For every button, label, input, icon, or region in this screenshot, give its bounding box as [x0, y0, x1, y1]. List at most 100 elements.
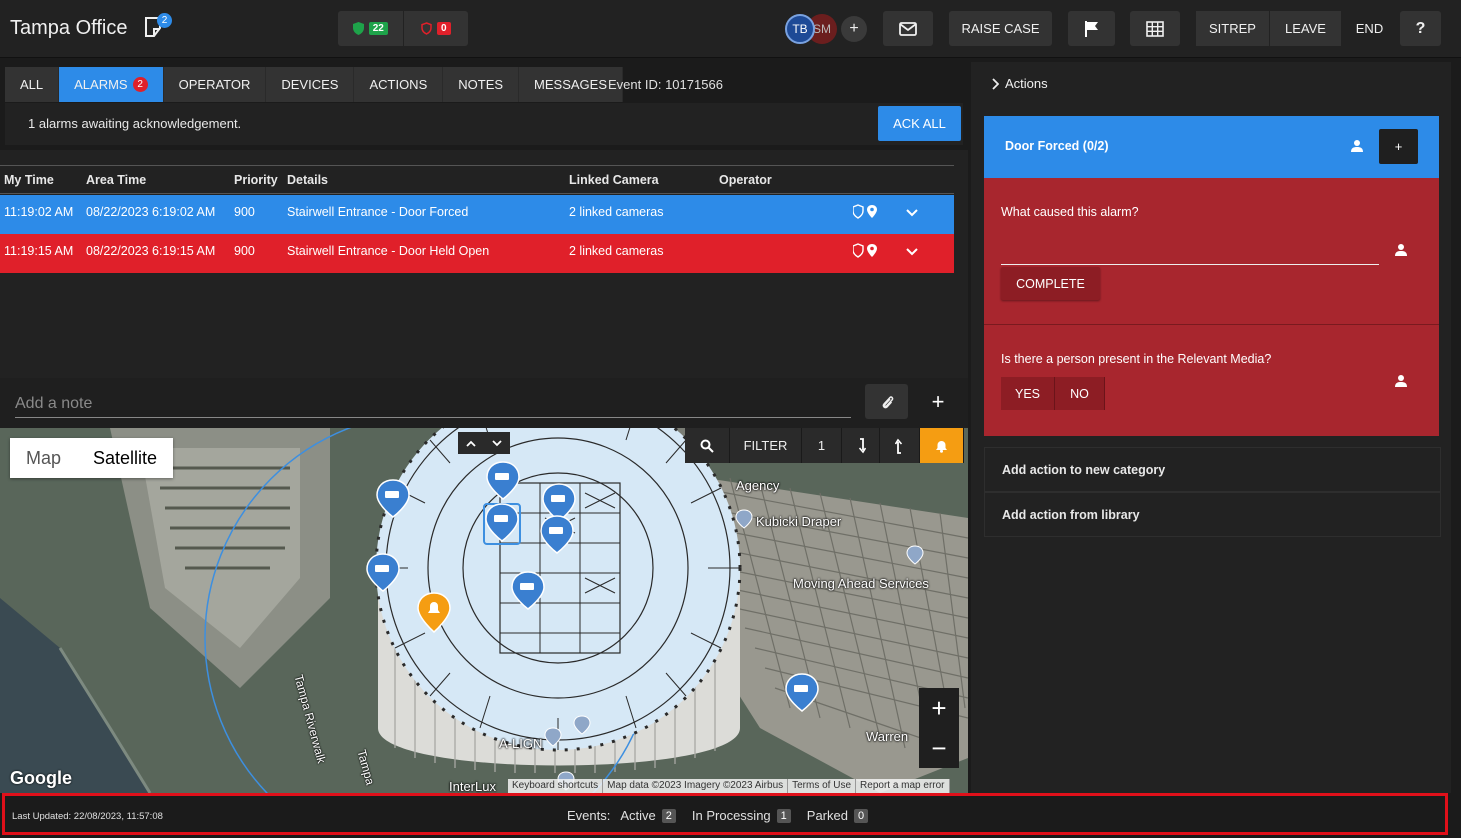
- person-icon[interactable]: [1350, 139, 1364, 153]
- active-count: 2: [661, 808, 676, 823]
- action-card-header[interactable]: Door Forced (0/2) +: [984, 116, 1439, 178]
- tab-devices[interactable]: DEVICES: [266, 67, 355, 102]
- alert-shield-status[interactable]: 0: [404, 11, 469, 46]
- sitrep-button[interactable]: SITREP: [1196, 11, 1270, 46]
- map-filter-button[interactable]: FILTER: [730, 428, 802, 463]
- zoom-out-button[interactable]: −: [919, 728, 959, 768]
- action-card-title: Door Forced (0/2): [1005, 139, 1109, 153]
- avatar-tb[interactable]: TB: [785, 14, 815, 44]
- terms-link[interactable]: Terms of Use: [788, 779, 857, 793]
- complete-button[interactable]: COMPLETE: [1001, 267, 1100, 300]
- map-search-button[interactable]: [685, 428, 730, 463]
- ack-all-button[interactable]: ACK ALL: [878, 106, 961, 141]
- add-action-button[interactable]: +: [1379, 129, 1418, 164]
- note-input[interactable]: [15, 390, 851, 418]
- col-area-time[interactable]: Area Time: [86, 173, 146, 187]
- map-label-agency: Agency: [736, 478, 780, 493]
- site-map[interactable]: Agency Kubicki Draper Moving Ahead Servi…: [0, 428, 968, 793]
- cell-priority: 900: [234, 205, 255, 219]
- event-tabs: ALL ALARMS 2 OPERATOR DEVICES ACTIONS NOT…: [5, 67, 624, 102]
- add-user-button[interactable]: +: [841, 16, 867, 42]
- answer-input[interactable]: [1001, 264, 1379, 265]
- yes-no-group: YES NO: [1001, 377, 1105, 410]
- map-type-satellite[interactable]: Satellite: [77, 438, 173, 478]
- grid-button[interactable]: [1130, 11, 1180, 46]
- add-action-library[interactable]: Add action from library: [984, 492, 1441, 537]
- table-header: My Time Area Time Priority Details Linke…: [0, 165, 954, 194]
- processing-label[interactable]: In Processing: [692, 808, 771, 823]
- flag-icon: [1084, 20, 1098, 37]
- leave-button[interactable]: LEAVE: [1270, 11, 1342, 46]
- question-text: What caused this alarm?: [1001, 205, 1139, 219]
- map-alarm-button[interactable]: [920, 428, 964, 463]
- green-count: 22: [368, 22, 388, 35]
- cell-camera[interactable]: 2 linked cameras: [569, 205, 664, 219]
- yes-button[interactable]: YES: [1001, 377, 1055, 410]
- zoom-in-button[interactable]: +: [919, 688, 959, 728]
- end-button[interactable]: END: [1342, 11, 1398, 46]
- floor-up-button[interactable]: [458, 432, 484, 454]
- active-label[interactable]: Active: [620, 808, 655, 823]
- zoom-control: + −: [919, 688, 959, 768]
- table-row[interactable]: 11:19:02 AM 08/22/2023 6:19:02 AM 900 St…: [0, 195, 954, 234]
- tab-notes[interactable]: NOTES: [443, 67, 520, 102]
- search-icon: [700, 439, 714, 453]
- arrow-up-icon: [894, 438, 902, 454]
- alarms-count-badge: 2: [132, 77, 148, 92]
- floor-down-button[interactable]: [484, 432, 510, 454]
- map-attribution: Keyboard shortcuts Map data ©2023 Imager…: [508, 779, 950, 793]
- col-my-time[interactable]: My Time: [4, 173, 54, 187]
- add-action-category[interactable]: Add action to new category: [984, 447, 1441, 492]
- actions-header[interactable]: Actions: [991, 76, 1048, 91]
- col-details[interactable]: Details: [287, 173, 328, 187]
- site-title: Tampa Office: [10, 17, 128, 39]
- add-library-label: Add action from library: [1002, 508, 1140, 522]
- note-bar: +: [0, 378, 968, 428]
- top-bar: Tampa Office 2 22 0 SM TB + RAISE CASE S…: [0, 0, 1461, 58]
- add-note-button[interactable]: +: [918, 384, 958, 419]
- tab-alarms[interactable]: ALARMS 2: [59, 67, 164, 102]
- person-icon[interactable]: [1394, 374, 1408, 388]
- shield-alert-icon: [421, 22, 432, 35]
- raise-case-button[interactable]: RAISE CASE: [949, 11, 1052, 46]
- cell-priority: 900: [234, 244, 255, 258]
- shield-location-icon[interactable]: [853, 243, 879, 259]
- floor-selector: [458, 432, 510, 454]
- attach-button[interactable]: [865, 384, 908, 419]
- action-card: Door Forced (0/2) + What caused this ala…: [984, 116, 1439, 436]
- grid-icon: [1146, 20, 1164, 37]
- map-sort-button[interactable]: [842, 428, 880, 463]
- no-button[interactable]: NO: [1055, 377, 1105, 410]
- map-type-map[interactable]: Map: [10, 438, 77, 478]
- chevron-right-icon: [992, 77, 999, 90]
- cell-area-time: 08/22/2023 6:19:15 AM: [86, 244, 216, 258]
- cell-camera[interactable]: 2 linked cameras: [569, 244, 664, 258]
- cell-details: Stairwell Entrance - Door Forced: [287, 205, 469, 219]
- chevron-down-icon[interactable]: [905, 208, 919, 218]
- cell-details: Stairwell Entrance - Door Held Open: [287, 244, 490, 258]
- action-question-2: Is there a person present in the Relevan…: [984, 325, 1439, 436]
- active-shield-status[interactable]: 22: [338, 11, 404, 46]
- map-export-button[interactable]: [880, 428, 920, 463]
- notes-count-badge: 2: [157, 13, 172, 28]
- message-button[interactable]: [883, 11, 933, 46]
- tab-all[interactable]: ALL: [5, 67, 60, 102]
- tab-operator[interactable]: OPERATOR: [163, 67, 267, 102]
- table-row[interactable]: 11:19:15 AM 08/22/2023 6:19:15 AM 900 St…: [0, 234, 954, 273]
- map-data-credit: Map data ©2023 Imagery ©2023 Airbus: [603, 779, 789, 793]
- map-filter-count[interactable]: 1: [802, 428, 842, 463]
- shield-location-icon[interactable]: [853, 204, 879, 220]
- chevron-down-icon[interactable]: [905, 247, 919, 257]
- report-error-link[interactable]: Report a map error: [856, 779, 950, 793]
- col-operator[interactable]: Operator: [719, 173, 772, 187]
- flag-button[interactable]: [1068, 11, 1115, 46]
- parked-label[interactable]: Parked: [807, 808, 848, 823]
- keyboard-shortcuts-link[interactable]: Keyboard shortcuts: [508, 779, 604, 793]
- map-label-align: A-LIGN: [499, 736, 543, 751]
- person-icon[interactable]: [1394, 243, 1408, 257]
- help-button[interactable]: ?: [1400, 11, 1441, 46]
- tab-actions[interactable]: ACTIONS: [354, 67, 444, 102]
- col-priority[interactable]: Priority: [234, 173, 278, 187]
- col-linked-camera[interactable]: Linked Camera: [569, 173, 659, 187]
- envelope-icon: [899, 21, 917, 36]
